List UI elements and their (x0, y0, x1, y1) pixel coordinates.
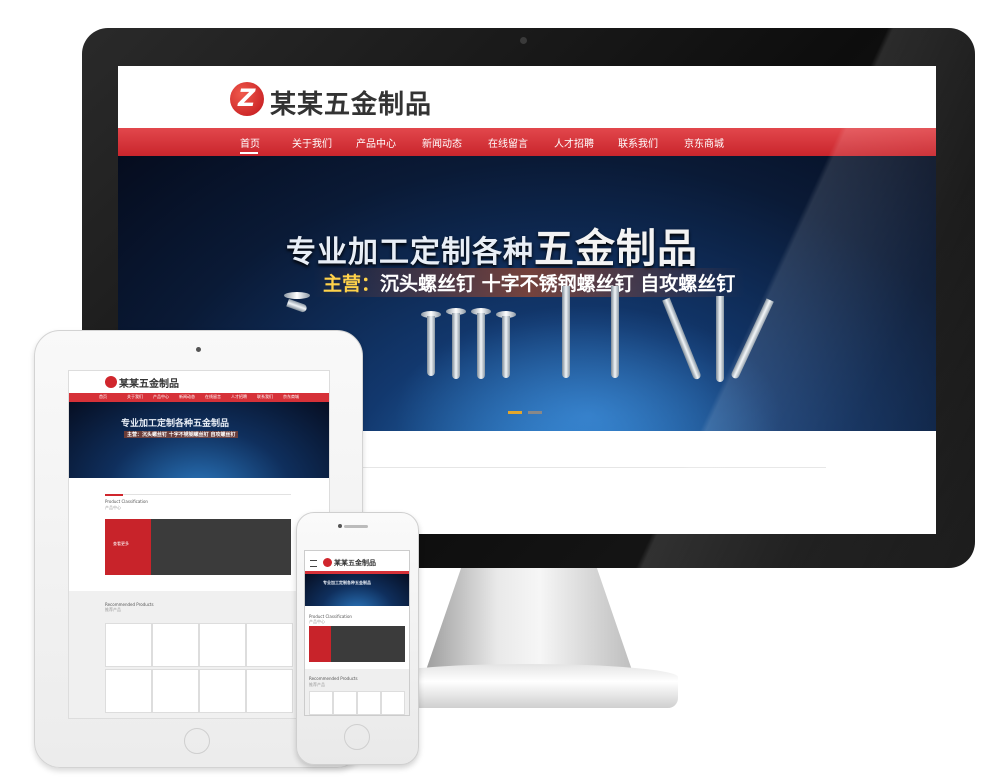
tablet-home-button[interactable] (184, 728, 210, 754)
phone-brand-name[interactable]: 某某五金制品 (334, 558, 376, 568)
phone-product-tile[interactable] (333, 691, 357, 715)
nav-item-about[interactable]: 关于我们 (292, 135, 332, 150)
screw-icon (716, 296, 724, 382)
phone-product-tile[interactable] (357, 691, 381, 715)
carousel-dot[interactable] (528, 411, 542, 414)
nav-active-indicator (240, 152, 258, 154)
tablet-camera (196, 347, 201, 352)
phone-product-tile[interactable] (381, 691, 405, 715)
phone-recommended-subtitle: 推荐产品 (309, 682, 325, 687)
phone-recommended-title: Recommended Products (309, 676, 358, 681)
product-tile[interactable] (199, 669, 246, 713)
hero-sub-text: 沉头螺丝钉 十字不锈钢螺丝钉 自攻螺丝钉 (380, 273, 736, 295)
tablet-recommended-subtitle: 推荐产品 (105, 607, 121, 612)
tablet-nav-message[interactable]: 在线留言 (205, 394, 221, 400)
tablet-hero-title: 专业加工定制各种五金制品 (121, 419, 230, 429)
nav-item-jobs[interactable]: 人才招聘 (554, 135, 594, 150)
tablet-section-accent (105, 494, 123, 496)
carousel-dot-active[interactable] (508, 411, 522, 414)
phone-hero-title: 专业加工定制各种五金制品 (323, 580, 371, 585)
phone-menu-icon[interactable] (310, 560, 317, 567)
phone-speaker (344, 525, 368, 528)
phone-product-tile[interactable] (309, 691, 333, 715)
tablet-nav-contact[interactable]: 联系我们 (257, 394, 273, 400)
nav-item-home[interactable]: 首页 (240, 135, 260, 150)
tablet-website-screen: 某某五金制品 首页 关于我们 产品中心 新闻动态 在线留言 人才招聘 联系我们 … (68, 370, 330, 719)
hero-title-prefix: 专业加工定制各种 (286, 235, 534, 270)
product-tile[interactable] (105, 623, 152, 667)
monitor-stand-base (378, 664, 678, 708)
product-tile[interactable] (152, 669, 199, 713)
nav-item-news[interactable]: 新闻动态 (422, 135, 462, 150)
tablet-nav-jobs[interactable]: 人才招聘 (231, 394, 247, 400)
tablet-view-more-button[interactable] (105, 519, 151, 575)
nav-item-message[interactable]: 在线留言 (488, 135, 528, 150)
tablet-section-divider (105, 494, 291, 495)
product-tile[interactable] (105, 669, 152, 713)
phone-hero-banner[interactable]: 专业加工定制各种五金制品 (305, 574, 409, 606)
screw-icon (427, 316, 435, 376)
tablet-nav-home[interactable]: 首页 (99, 394, 107, 400)
tablet-classification-title: Product Classification (105, 499, 148, 504)
screw-icon (562, 286, 570, 378)
hero-title: 专业加工定制各种五金制品 (286, 216, 698, 274)
hero-title-emphasis: 五金制品 (534, 226, 698, 272)
screw-icon (452, 313, 460, 379)
screw-head-icon (284, 292, 310, 299)
screw-icon (611, 286, 619, 378)
product-tile[interactable] (199, 623, 246, 667)
site-header: Z 某某五金制品 (118, 66, 936, 128)
hero-subtitle: 主营：沉头螺丝钉 十字不锈钢螺丝钉 自攻螺丝钉 (313, 268, 746, 297)
monitor-stand-neck (424, 566, 634, 676)
phone-view-more-button[interactable] (309, 626, 331, 662)
brand-name[interactable]: 某某五金制品 (270, 84, 432, 121)
phone-brand-logo-icon[interactable] (323, 558, 332, 567)
tablet-nav-products[interactable]: 产品中心 (153, 394, 169, 400)
phone-classification-subtitle: 产品中心 (309, 619, 325, 624)
tablet-nav: 首页 关于我们 产品中心 新闻动态 在线留言 人才招聘 联系我们 京东商城 (69, 393, 329, 402)
tablet-nav-about[interactable]: 关于我们 (127, 394, 143, 400)
screw-icon (502, 316, 510, 378)
phone-home-button[interactable] (344, 724, 370, 750)
brand-logo-icon[interactable]: Z (230, 82, 264, 116)
phone-camera (338, 524, 342, 528)
screw-icon (286, 298, 308, 314)
product-tile[interactable] (246, 669, 293, 713)
product-tile[interactable] (152, 623, 199, 667)
tablet-nav-news[interactable]: 新闻动态 (179, 394, 195, 400)
product-tile[interactable] (246, 623, 293, 667)
tablet-hero-banner[interactable]: 专业加工定制各种五金制品 主营：沉头螺丝钉 十字不锈钢螺丝钉 自攻螺丝钉 (69, 402, 329, 478)
tablet-classification-subtitle: 产品中心 (105, 505, 121, 510)
monitor-camera (520, 37, 527, 44)
tablet-brand-logo-icon[interactable] (105, 376, 117, 388)
hero-sub-prefix: 主营： (323, 273, 381, 295)
nav-item-products[interactable]: 产品中心 (356, 135, 396, 150)
tablet-hero-subtitle: 主营：沉头螺丝钉 十字不锈钢螺丝钉 自攻螺丝钉 (124, 431, 239, 438)
tablet-brand-name[interactable]: 某某五金制品 (119, 375, 179, 390)
tablet-view-more-label: 查看更多 (113, 541, 129, 546)
nav-item-contact[interactable]: 联系我们 (618, 135, 658, 150)
nav-item-jd-mall[interactable]: 京东商城 (684, 135, 724, 150)
phone-website-screen: 某某五金制品 专业加工定制各种五金制品 Product Classificati… (304, 550, 410, 716)
screw-icon (477, 313, 485, 379)
tablet-nav-jd-mall[interactable]: 京东商城 (283, 394, 299, 400)
